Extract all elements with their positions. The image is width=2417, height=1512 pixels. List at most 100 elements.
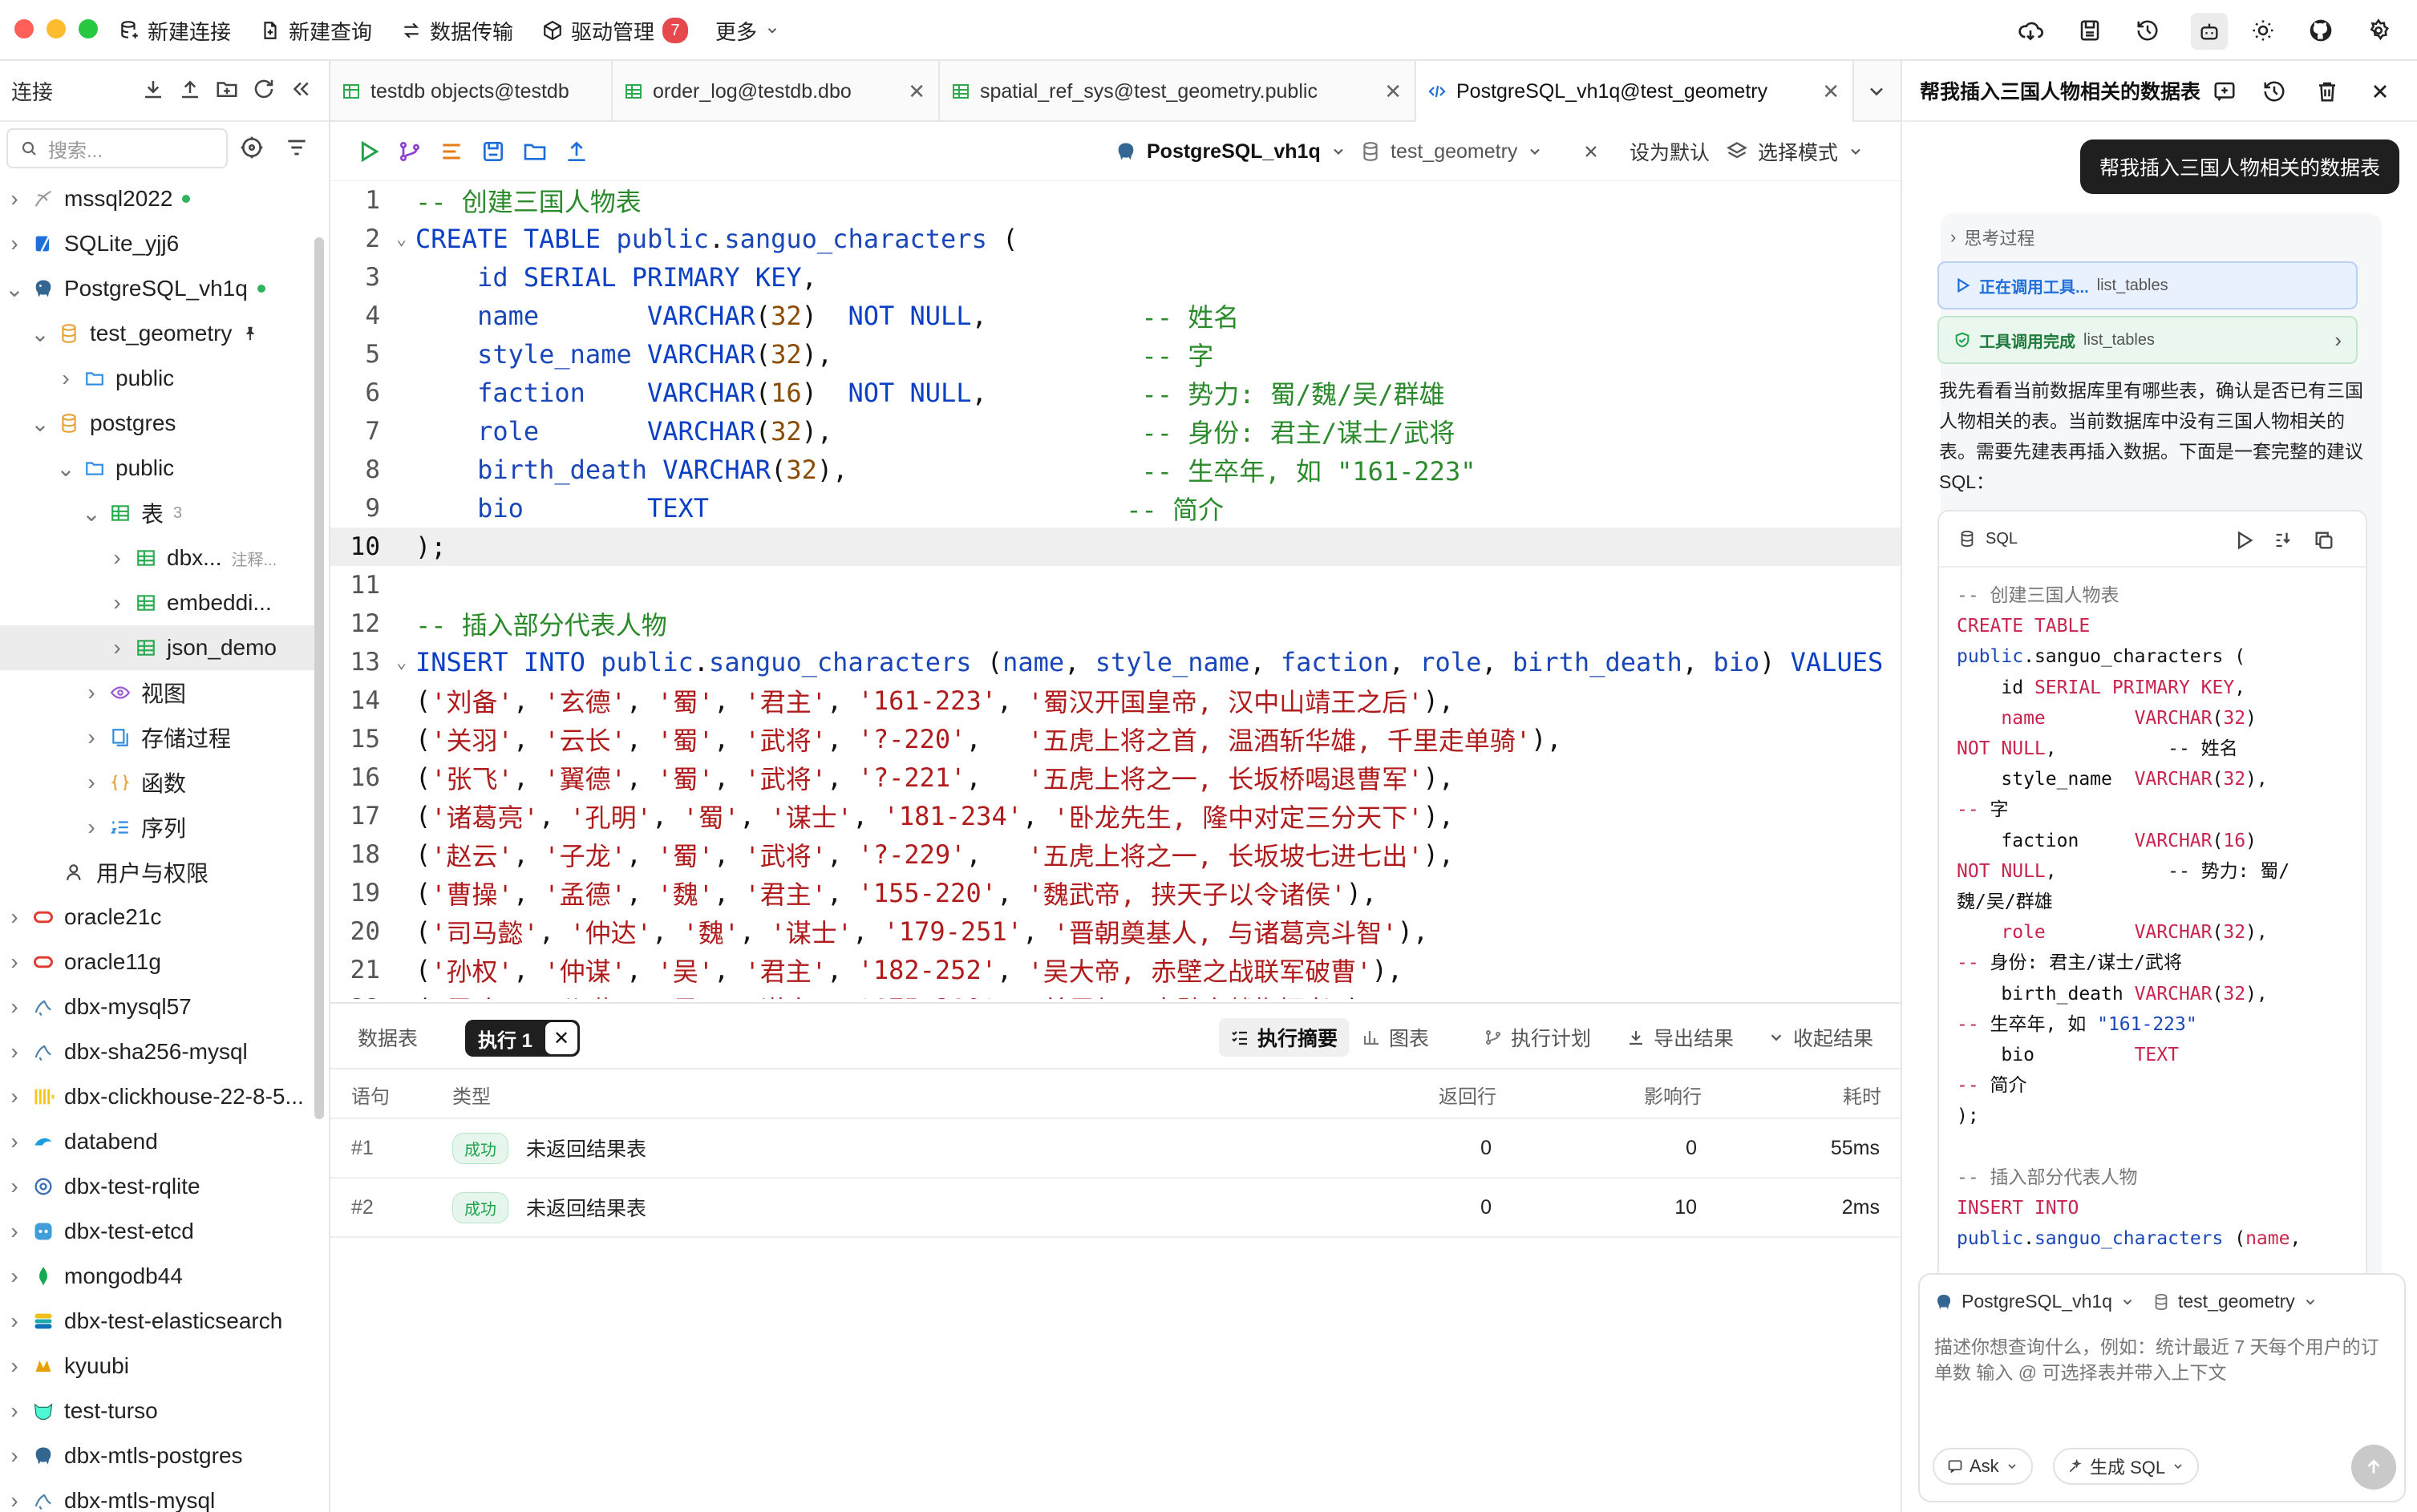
close-panel-icon[interactable]: [2366, 77, 2395, 106]
github-icon[interactable]: [2306, 16, 2335, 45]
tree-item-public[interactable]: ⌄ public: [0, 446, 318, 491]
pin-icon[interactable]: [241, 325, 259, 342]
insert-to-editor-icon[interactable]: [2273, 529, 2295, 552]
locate-icon[interactable]: [239, 135, 265, 160]
trash-icon[interactable]: [2313, 77, 2342, 106]
table-row[interactable]: #2 成功 未返回结果表 0 10 2ms: [330, 1178, 1901, 1238]
tree-item-dbx-sha256-mysql[interactable]: › dbx-sha256-mysql: [0, 1029, 318, 1074]
filter-icon[interactable]: [284, 135, 310, 160]
composer-input[interactable]: 描述你想查询什么，例如：统计最近 7 天每个用户的订单数 输入 @ 可选择表并带…: [1934, 1334, 2393, 1385]
open-folder-icon[interactable]: [520, 136, 550, 167]
connection-select[interactable]: PostgreSQL_vh1q: [1115, 122, 1346, 181]
set-default-button[interactable]: 设为默认: [1630, 122, 1710, 181]
tree-item-table-json-demo[interactable]: › json_demo: [0, 625, 318, 670]
table-row[interactable]: #1 成功 未返回结果表 0 0 55ms: [330, 1119, 1901, 1178]
sql-editor[interactable]: 1 -- 创建三国人物表 2 ⌄ CREATE TABLE public. sanguo…: [330, 181, 1901, 999]
close-window-button[interactable]: [14, 19, 34, 38]
tree-item-test-turso[interactable]: › test-turso: [0, 1389, 318, 1433]
tree-item-table-dbx[interactable]: › dbx... 注释...: [0, 536, 318, 580]
new-query-button[interactable]: 新建查询: [260, 0, 372, 61]
driver-manage-button[interactable]: 驱动管理 7: [542, 0, 689, 61]
tree-item-dbx-mysql57[interactable]: › dbx-mysql57: [0, 984, 318, 1029]
tree-item-functions[interactable]: › 函数: [0, 760, 318, 805]
tree-item-tables[interactable]: ⌄ 表 3: [0, 491, 318, 536]
ask-mode-button[interactable]: Ask: [1933, 1448, 2033, 1485]
composer-database-select[interactable]: test_geometry: [2152, 1291, 2318, 1312]
sun-theme-icon[interactable]: [2249, 16, 2277, 45]
tab-order-log[interactable]: order_log@testdb.dbo ✕: [613, 61, 940, 122]
chart-button[interactable]: 图表: [1362, 1004, 1429, 1071]
tree-item-postgres[interactable]: ⌄ postgres: [0, 401, 318, 446]
tab-overflow-chevron-icon[interactable]: [1865, 80, 1888, 103]
save-icon[interactable]: [478, 136, 508, 167]
tree-item-dbx-mtls-postgres[interactable]: › dbx-mtls-postgres: [0, 1433, 318, 1478]
tree-item-users-permissions[interactable]: 用户与权限: [0, 850, 318, 895]
tree-item-databend[interactable]: › databend: [0, 1119, 318, 1164]
ai-assistant-icon[interactable]: [2191, 13, 2228, 50]
tree-item-postgresql[interactable]: ⌄ PostgreSQL_vh1q: [0, 266, 318, 311]
tree-item-dbx-mtls-mysql[interactable]: › dbx-mtls-mysql: [0, 1478, 318, 1512]
run-branch-icon[interactable]: [395, 136, 425, 167]
send-button[interactable]: [2351, 1445, 2396, 1490]
tree-item-test-geometry[interactable]: ⌄ test_geometry: [0, 311, 318, 356]
settings-gear-icon[interactable]: [2364, 16, 2393, 45]
tree-item-procedures[interactable]: › 存储过程: [0, 715, 318, 760]
thinking-toggle[interactable]: › 思考过程: [1950, 224, 2034, 250]
select-mode-button[interactable]: 选择模式: [1726, 122, 1864, 181]
download-icon[interactable]: [141, 77, 165, 101]
save-disk-icon[interactable]: [2075, 16, 2104, 45]
tool-call-done[interactable]: 工具调用完成 list_tables ›: [1937, 316, 2358, 364]
maximize-window-button[interactable]: [79, 19, 98, 38]
tree-item-public[interactable]: › public: [0, 356, 318, 401]
exec-plan-button[interactable]: 执行计划: [1484, 1004, 1591, 1071]
more-menu-button[interactable]: 更多: [715, 0, 779, 61]
close-tab-icon[interactable]: ✕: [1822, 79, 1840, 104]
close-exec-tab-icon[interactable]: ✕: [545, 1022, 578, 1054]
tab-data-table[interactable]: 数据表: [358, 1004, 418, 1071]
close-tab-icon[interactable]: ✕: [1384, 79, 1402, 104]
exec-summary-button[interactable]: 执行摘要: [1219, 1018, 1350, 1057]
sidebar-search-input[interactable]: 搜索...: [6, 128, 228, 168]
tree-item-oracle21c[interactable]: › oracle21c: [0, 895, 318, 940]
tree-item-dbx-test-etcd[interactable]: › dbx-test-etcd: [0, 1209, 318, 1254]
run-sql-play-icon[interactable]: [2233, 529, 2255, 552]
tree-item-mongodb44[interactable]: › mongodb44: [0, 1254, 318, 1299]
collapse-results-button[interactable]: 收起结果: [1767, 1004, 1873, 1071]
generate-sql-button[interactable]: 生成 SQL: [2053, 1448, 2200, 1485]
minimize-window-button[interactable]: [47, 19, 66, 38]
tree-item-oracle11g[interactable]: › oracle11g: [0, 940, 318, 984]
tree-item-table-embeddings[interactable]: › embeddi...: [0, 580, 318, 625]
new-chat-icon[interactable]: [2210, 77, 2239, 106]
fold-chevron-icon[interactable]: ⌄: [396, 229, 407, 249]
copy-icon[interactable]: [2313, 529, 2335, 552]
new-connection-button[interactable]: 新建连接: [119, 0, 231, 61]
collapse-sidebar-icon[interactable]: [289, 77, 313, 101]
tab-postgresql-query[interactable]: PostgreSQL_vh1q@test_geometry ✕: [1416, 61, 1854, 122]
export-results-button[interactable]: 导出结果: [1626, 1004, 1734, 1071]
refresh-icon[interactable]: [252, 77, 276, 101]
chat-history-icon[interactable]: [2260, 77, 2289, 106]
tree-item-sqlite[interactable]: › SQLite_yjj6: [0, 221, 318, 266]
sidebar-scrollbar[interactable]: [314, 237, 324, 1119]
history-icon[interactable]: [2133, 16, 2162, 45]
run-play-icon[interactable]: [353, 136, 383, 167]
tab-spatial-ref-sys[interactable]: spatial_ref_sys@test_geometry.public ✕: [940, 61, 1416, 122]
composer-connection-select[interactable]: PostgreSQL_vh1q: [1934, 1291, 2135, 1312]
clear-database-icon[interactable]: [1581, 122, 1601, 181]
folder-plus-icon[interactable]: [215, 77, 239, 101]
fold-chevron-icon[interactable]: ⌄: [396, 653, 407, 673]
tree-item-kyuubi[interactable]: › kyuubi: [0, 1344, 318, 1389]
tree-item-dbx-test-rqlite[interactable]: › dbx-test-rqlite: [0, 1164, 318, 1209]
export-upload-icon[interactable]: [561, 136, 592, 167]
format-lines-icon[interactable]: [436, 136, 467, 167]
tree-item-mssql2022[interactable]: › mssql2022: [0, 176, 318, 221]
data-transfer-button[interactable]: 数据传输: [401, 0, 513, 61]
database-select[interactable]: test_geometry: [1360, 122, 1543, 181]
close-tab-icon[interactable]: ✕: [908, 79, 925, 104]
tree-item-dbx-test-elasticsearch[interactable]: › dbx-test-elasticsearch: [0, 1299, 318, 1344]
cloud-sync-icon[interactable]: [2016, 16, 2045, 45]
tab-execution-1[interactable]: 执行 1 ✕: [465, 1020, 581, 1057]
tree-item-sequences[interactable]: › 序列: [0, 805, 318, 850]
tool-call-running[interactable]: 正在调用工具... list_tables: [1937, 261, 2358, 309]
tree-item-dbx-clickhouse[interactable]: › dbx-clickhouse-22-8-5...: [0, 1074, 318, 1119]
